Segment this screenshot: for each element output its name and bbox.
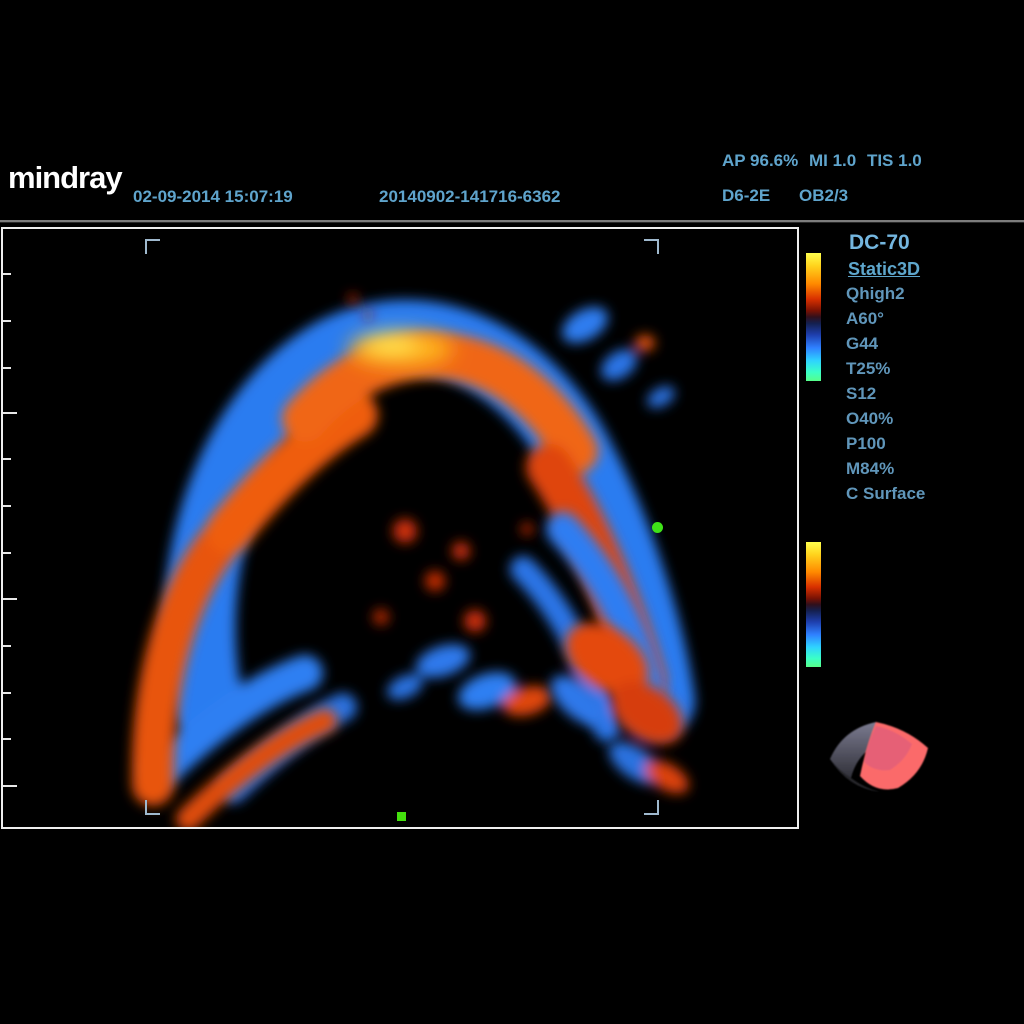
probe-model-display: D6-2E xyxy=(722,186,770,206)
color-flow-scale-bar-bottom xyxy=(806,542,821,667)
ruler-tick xyxy=(3,320,11,322)
param-quality: Qhigh2 xyxy=(846,284,905,304)
color-flow-scale-bar-top xyxy=(806,253,821,381)
volume-orientation-icon xyxy=(818,714,943,799)
acoustic-power-value: AP 96.6% xyxy=(722,151,798,170)
param-persistence: P100 xyxy=(846,434,886,454)
roi-corner-bottom-right xyxy=(644,800,659,815)
param-smooth: S12 xyxy=(846,384,876,404)
ultrasound-screen: mindray 02-09-2014 15:07:19 20140902-141… xyxy=(0,0,1024,1024)
orientation-marker-square[interactable] xyxy=(397,812,406,821)
ruler-tick-major xyxy=(3,412,17,414)
param-gain: G44 xyxy=(846,334,878,354)
cut-plane-handle-dot[interactable] xyxy=(652,522,663,533)
machine-model-label: DC-70 xyxy=(849,231,910,255)
param-threshold: T25% xyxy=(846,359,890,379)
thermal-index-value: TIS 1.0 xyxy=(867,151,922,170)
ruler-tick-major xyxy=(3,785,17,787)
imaging-mode-label[interactable]: Static3D xyxy=(848,259,920,280)
exam-id-display: 20140902-141716-6362 xyxy=(379,187,561,207)
acoustic-output-display: AP 96.6% MI 1.0 TIS 1.0 xyxy=(722,151,928,171)
ruler-tick xyxy=(3,692,11,694)
ruler-tick xyxy=(3,367,11,369)
roi-corner-top-left xyxy=(145,239,160,254)
roi-corner-bottom-left xyxy=(145,800,160,815)
flow-yellow-hotspot xyxy=(349,332,453,366)
param-mix: M84% xyxy=(846,459,894,479)
ruler-tick xyxy=(3,552,11,554)
datetime-display: 02-09-2014 15:07:19 xyxy=(133,187,293,207)
ruler-tick xyxy=(3,738,11,740)
ultrasound-image-area xyxy=(1,227,799,829)
header-divider-line xyxy=(0,220,1024,223)
param-angle: A60° xyxy=(846,309,884,329)
ruler-tick xyxy=(3,505,11,507)
3d-color-flow-render xyxy=(3,229,797,827)
ruler-tick xyxy=(3,273,11,275)
param-opacity: O40% xyxy=(846,409,893,429)
mindray-logo: mindray xyxy=(8,160,122,196)
ruler-tick xyxy=(3,645,11,647)
mechanical-index-value: MI 1.0 xyxy=(809,151,856,170)
ruler-tick-major xyxy=(3,598,17,600)
roi-corner-top-right xyxy=(644,239,659,254)
param-render-mode: C Surface xyxy=(846,484,925,504)
ruler-tick xyxy=(3,458,11,460)
exam-preset-display: OB2/3 xyxy=(799,186,848,206)
flow-bottom-cluster xyxy=(383,638,555,721)
